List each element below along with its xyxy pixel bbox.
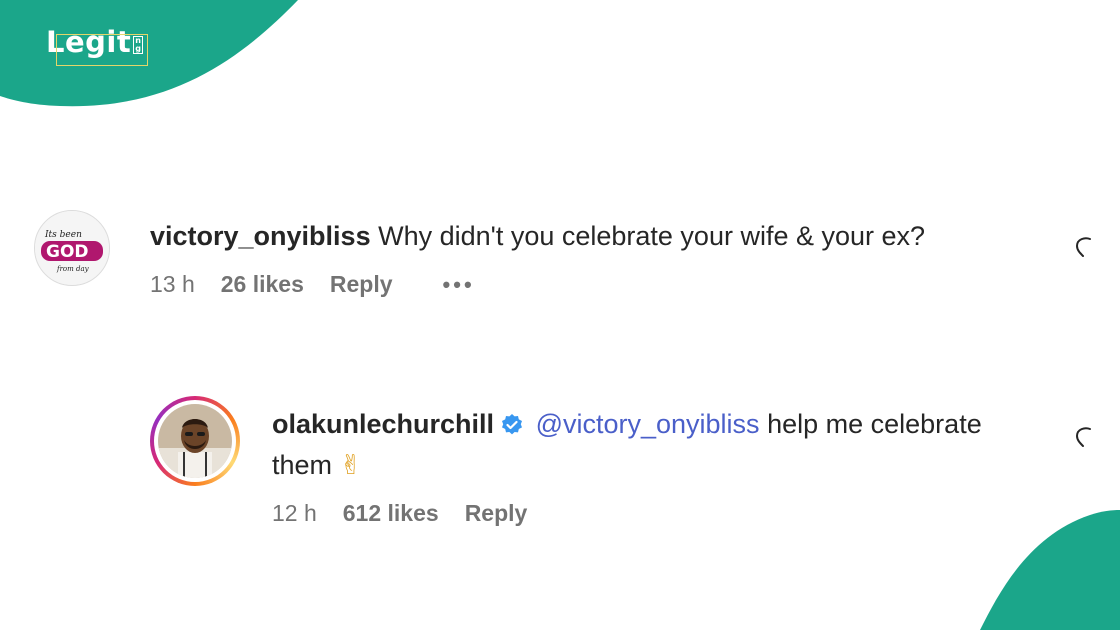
avatar-photo-man-icon bbox=[158, 404, 232, 478]
comment-time: 13 h bbox=[150, 271, 195, 297]
verified-badge-icon bbox=[502, 414, 523, 435]
comment-message: Why didn't you celebrate your wife & you… bbox=[378, 221, 926, 251]
comment-meta: 13 h 26 likes Reply ••• bbox=[150, 271, 1020, 298]
comment-username[interactable]: victory_onyibliss bbox=[150, 221, 371, 251]
reply-button[interactable]: Reply bbox=[330, 271, 393, 298]
victory-hand-emoji: ✌ bbox=[339, 450, 363, 480]
mention-link[interactable]: @victory_onyibliss bbox=[536, 409, 760, 439]
like-heart-icon[interactable] bbox=[1074, 236, 1092, 262]
reply-button[interactable]: Reply bbox=[465, 500, 528, 527]
avatar[interactable]: Its been GOD from day bbox=[34, 210, 110, 286]
more-options-button[interactable]: ••• bbox=[443, 272, 475, 298]
comment-username[interactable]: olakunlechurchill bbox=[272, 409, 494, 439]
avatar-logo-god-icon: Its been GOD from day bbox=[35, 211, 109, 285]
comment-meta: 12 h 612 likes Reply bbox=[272, 500, 1032, 527]
svg-text:from day: from day bbox=[56, 265, 90, 273]
comment-text: olakunlechurchill @victory_onyibliss hel… bbox=[272, 404, 1032, 486]
comment-likes[interactable]: 26 likes bbox=[221, 271, 304, 298]
avatar-story-ring[interactable] bbox=[150, 396, 240, 486]
comment-text: victory_onyibliss Why didn't you celebra… bbox=[150, 216, 1020, 257]
comment-time: 12 h bbox=[272, 500, 317, 526]
avatar bbox=[158, 404, 232, 478]
bottom-right-brand-shape bbox=[980, 510, 1120, 630]
comment: Its been GOD from day victory_onyibliss … bbox=[34, 210, 1020, 298]
comment-reply: olakunlechurchill @victory_onyibliss hel… bbox=[150, 396, 1032, 527]
top-left-brand-shape bbox=[0, 0, 298, 107]
logo-frame bbox=[56, 34, 148, 66]
svg-text:GOD: GOD bbox=[46, 242, 89, 262]
svg-text:Its been: Its been bbox=[44, 230, 82, 240]
comment-likes[interactable]: 612 likes bbox=[343, 500, 439, 527]
like-heart-icon[interactable] bbox=[1074, 426, 1092, 452]
